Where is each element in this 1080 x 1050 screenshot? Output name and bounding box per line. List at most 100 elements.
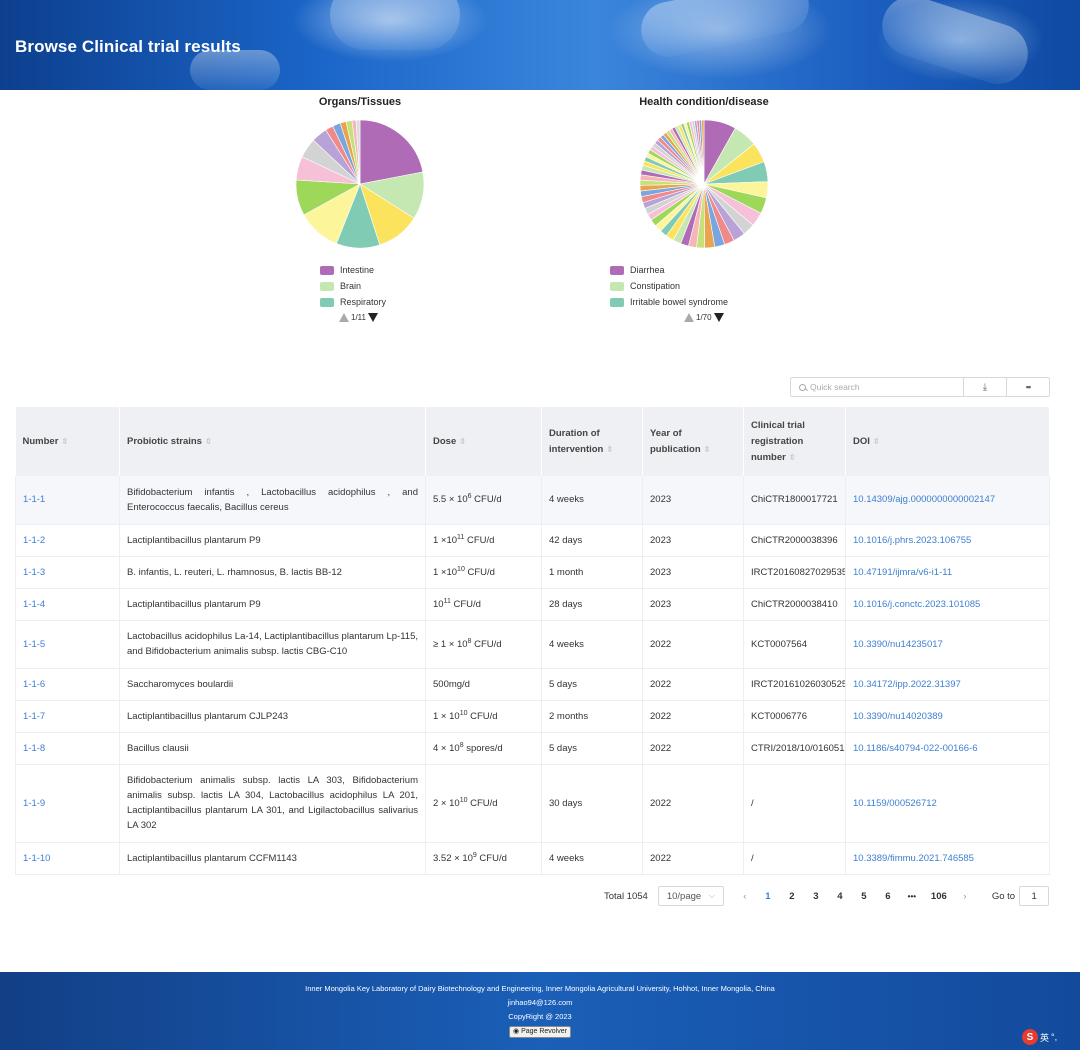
- dose-cell: 1 ×1010 CFU/d: [425, 556, 542, 589]
- next-page-icon[interactable]: ›: [954, 891, 976, 902]
- grid-icon: ▪▪: [1025, 382, 1031, 392]
- table-row[interactable]: 1-1-9 Bifidobacterium animalis subsp. lac…: [15, 764, 1050, 843]
- legend-item[interactable]: Brain: [320, 278, 386, 294]
- page-size-value: 10/page: [666, 890, 702, 902]
- disease-chart: Health condition/disease: [574, 96, 834, 254]
- disease-legend-pager: 1/70: [684, 313, 724, 322]
- legend-next-icon[interactable]: [713, 313, 724, 322]
- table-row[interactable]: 1-1-2 Lactiplantibacillus plantarum P9 1 ×…: [15, 524, 1050, 557]
- sort-icon[interactable]: ⇳: [873, 437, 880, 446]
- trial-number-link[interactable]: 1-1-4: [15, 588, 120, 621]
- page-number[interactable]: 2: [780, 891, 804, 902]
- doi-link[interactable]: 10.3389/fimmu.2021.746585: [845, 842, 1050, 875]
- column-header-strains[interactable]: Probiotic strains ⇳: [119, 407, 426, 476]
- table-row[interactable]: 1-1-5 Lactobacillus acidophilus La-14, La…: [15, 620, 1050, 669]
- legend-swatch: [320, 297, 334, 307]
- prev-page-icon[interactable]: ‹: [734, 891, 756, 902]
- total-count: Total 1054: [604, 890, 648, 902]
- page-number[interactable]: 6: [876, 891, 900, 902]
- trial-number-link[interactable]: 1-1-1: [15, 476, 120, 525]
- doi-link[interactable]: 10.14309/ajg.0000000000002147: [845, 476, 1050, 525]
- table-row[interactable]: 1-1-4 Lactiplantibacillus plantarum P9 101…: [15, 588, 1050, 621]
- table-row[interactable]: 1-1-10 Lactiplantibacillus plantarum CCFM…: [15, 842, 1050, 875]
- table-row[interactable]: 1-1-6 Saccharomyces boulardii 500mg/d 5 day…: [15, 668, 1050, 701]
- goto-input[interactable]: 1: [1019, 886, 1050, 906]
- doi-link[interactable]: 10.1016/j.conctc.2023.101085: [845, 588, 1050, 621]
- legend-item[interactable]: Constipation: [610, 278, 728, 294]
- table-row[interactable]: 1-1-7 Lactiplantibacillus plantarum CJLP2…: [15, 700, 1050, 733]
- duration-cell: 42 days: [541, 524, 643, 557]
- doi-link[interactable]: 10.1186/s40794-022-00166-6: [845, 732, 1050, 765]
- page-number[interactable]: 3: [804, 891, 828, 902]
- column-header-number[interactable]: Number ⇳: [15, 407, 120, 476]
- goto-value: 1: [1031, 890, 1037, 902]
- sort-icon[interactable]: ⇳: [459, 437, 466, 446]
- table-row[interactable]: 1-1-1 Bifidobacterium infantis , Lactobac…: [15, 476, 1050, 525]
- ime-indicator[interactable]: S 英 °,: [1022, 1028, 1076, 1046]
- legend-prev-icon[interactable]: [339, 313, 349, 322]
- dose-cell: 2 × 1010 CFU/d: [425, 764, 542, 843]
- table-toolbar: Quick search ⤓ ▪▪: [790, 377, 1050, 397]
- trial-number-link[interactable]: 1-1-5: [15, 620, 120, 669]
- dose-cell: 500mg/d: [425, 668, 542, 701]
- doi-link[interactable]: 10.1016/j.phrs.2023.106755: [845, 524, 1050, 557]
- duration-cell: 1 month: [541, 556, 643, 589]
- doi-link[interactable]: 10.1159/000526712: [845, 764, 1050, 843]
- dose-unit: CFU/d: [471, 638, 502, 650]
- year-cell: 2022: [642, 764, 744, 843]
- download-button[interactable]: ⤓: [964, 377, 1007, 397]
- ime-punct-icon: °,: [1051, 1032, 1058, 1042]
- year-cell: 2023: [642, 476, 744, 525]
- more-pages-icon[interactable]: •••: [900, 892, 924, 901]
- legend-swatch: [610, 297, 624, 307]
- sort-icon[interactable]: ⇳: [61, 437, 68, 446]
- doi-link[interactable]: 10.34172/ipp.2022.31397: [845, 668, 1050, 701]
- legend-item[interactable]: Irritable bowel syndrome: [610, 294, 728, 310]
- legend-page-text: 1/70: [696, 313, 712, 322]
- trial-number-link[interactable]: 1-1-9: [15, 764, 120, 843]
- dose-exponent: 10: [457, 565, 465, 573]
- column-header-year[interactable]: Year of publication ⇳: [642, 407, 744, 476]
- pagination: Total 1054 10/page ⌵ ‹ 1 2 3 4 5 6 ••• 1…: [604, 886, 1050, 906]
- column-header-registration[interactable]: Clinical trial registration number ⇳: [743, 407, 846, 476]
- trial-number-link[interactable]: 1-1-2: [15, 524, 120, 557]
- page-size-select[interactable]: 10/page ⌵: [657, 886, 724, 906]
- dose-base: 5.5 × 10: [433, 494, 468, 506]
- legend-item[interactable]: Intestine: [320, 262, 386, 278]
- page-number[interactable]: 5: [852, 891, 876, 902]
- table-row[interactable]: 1-1-8 Bacillus clausii 4 × 108 spores/d 5 d…: [15, 732, 1050, 765]
- page-revolver-badge[interactable]: ◉ Page Revolver: [509, 1026, 571, 1038]
- duration-cell: 30 days: [541, 764, 643, 843]
- legend-prev-icon[interactable]: [684, 313, 694, 322]
- sort-icon[interactable]: ⇳: [789, 453, 796, 462]
- page-number[interactable]: 1: [756, 891, 780, 902]
- trial-number-link[interactable]: 1-1-3: [15, 556, 120, 589]
- doi-link[interactable]: 10.47191/ijmra/v6-i1-11: [845, 556, 1050, 589]
- legend-item[interactable]: Diarrhea: [610, 262, 728, 278]
- page-number[interactable]: 4: [828, 891, 852, 902]
- chart-title: Health condition/disease: [639, 96, 769, 108]
- grid-view-button[interactable]: ▪▪: [1007, 377, 1050, 397]
- doi-link[interactable]: 10.3390/nu14235017: [845, 620, 1050, 669]
- column-label: Dose: [433, 435, 457, 447]
- table-row[interactable]: 1-1-3 B. infantis, L. reuteri, L. rhamnos…: [15, 556, 1050, 589]
- page-number[interactable]: 106: [924, 891, 954, 902]
- sort-icon[interactable]: ⇳: [205, 437, 212, 446]
- column-header-doi[interactable]: DOI ⇳: [845, 407, 1050, 476]
- year-cell: 2023: [642, 588, 744, 621]
- dose-base: 1 ×10: [433, 534, 458, 546]
- column-header-dose[interactable]: Dose ⇳: [425, 407, 542, 476]
- probiotic-strains-cell: Lactiplantibacillus plantarum P9: [119, 588, 426, 621]
- legend-next-icon[interactable]: [367, 313, 378, 322]
- trial-number-link[interactable]: 1-1-8: [15, 732, 120, 765]
- column-header-duration[interactable]: Duration of intervention ⇳: [541, 407, 643, 476]
- sort-icon[interactable]: ⇳: [704, 445, 711, 454]
- trial-number-link[interactable]: 1-1-6: [15, 668, 120, 701]
- search-input[interactable]: Quick search: [790, 377, 964, 397]
- doi-link[interactable]: 10.3390/nu14020389: [845, 700, 1050, 733]
- legend-item[interactable]: Respiratory: [320, 294, 386, 310]
- trial-number-link[interactable]: 1-1-10: [15, 842, 120, 875]
- trial-number-link[interactable]: 1-1-7: [15, 700, 120, 733]
- probiotic-strains-cell: Lactiplantibacillus plantarum P9: [119, 524, 426, 557]
- sort-icon[interactable]: ⇳: [606, 445, 613, 454]
